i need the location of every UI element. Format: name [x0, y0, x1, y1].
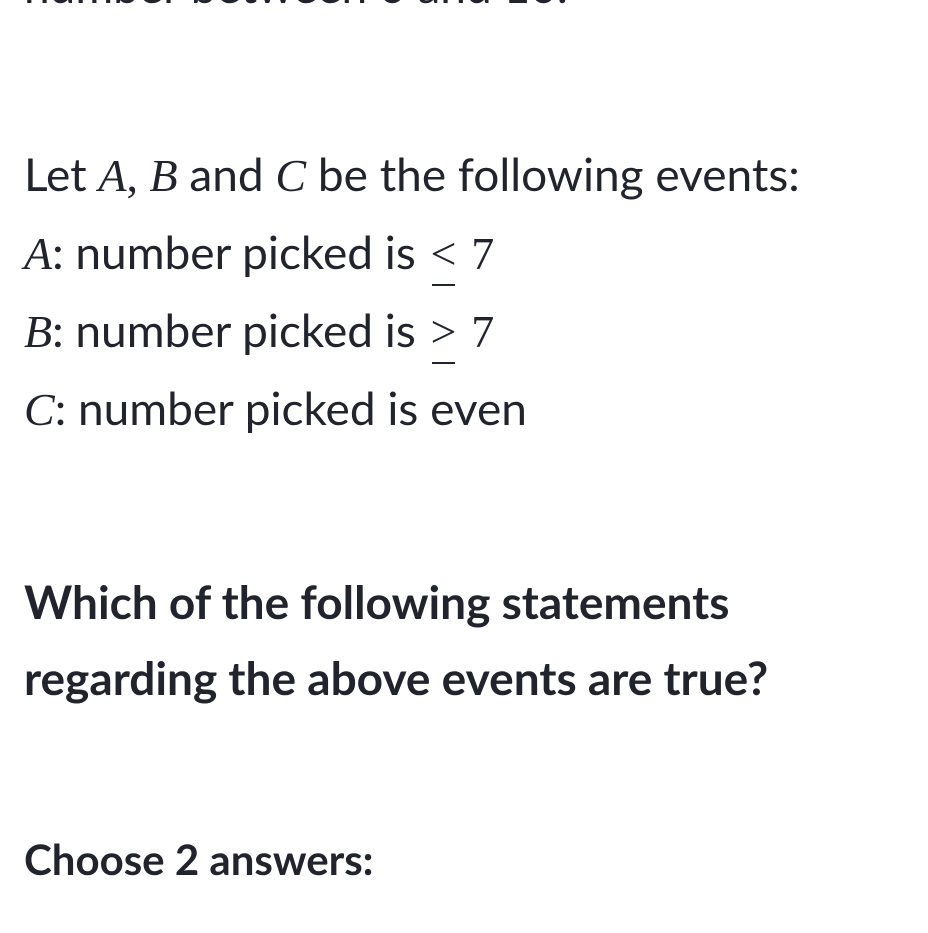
events-intro: Let A, B and C be the following events:: [24, 136, 904, 214]
event-c-line: C: number picked is even: [24, 370, 904, 448]
intro-text-1: Let: [24, 146, 98, 201]
truncated-previous-text: number between 0 and 10.: [24, 0, 904, 18]
variable-c: C: [275, 150, 306, 201]
variable-b: B: [149, 150, 177, 201]
comma: ,: [126, 150, 149, 201]
intro-text-2: be the following events:: [306, 146, 800, 201]
events-definitions: A: number picked is < 7 B: number picked…: [24, 214, 904, 448]
event-c-label: C: [24, 384, 55, 435]
event-a-label: A: [24, 228, 52, 279]
event-c-desc: : number picked is even: [55, 380, 527, 435]
variable-a: A: [98, 150, 126, 201]
event-a-desc: : number picked is: [52, 224, 427, 279]
event-b-num: 7: [471, 306, 494, 357]
choose-instruction: Choose 2 answers:: [24, 834, 904, 884]
event-b-desc: : number picked is: [52, 302, 427, 357]
event-a-num: 7: [471, 228, 494, 279]
intro-and: and: [178, 146, 276, 201]
event-b-label: B: [24, 306, 52, 357]
question-text: Which of the following statements regard…: [24, 564, 904, 716]
event-b-line: B: number picked is > 7: [24, 292, 904, 370]
geq-symbol: >: [431, 294, 457, 370]
event-a-line: A: number picked is < 7: [24, 214, 904, 292]
leq-symbol: <: [431, 216, 457, 292]
